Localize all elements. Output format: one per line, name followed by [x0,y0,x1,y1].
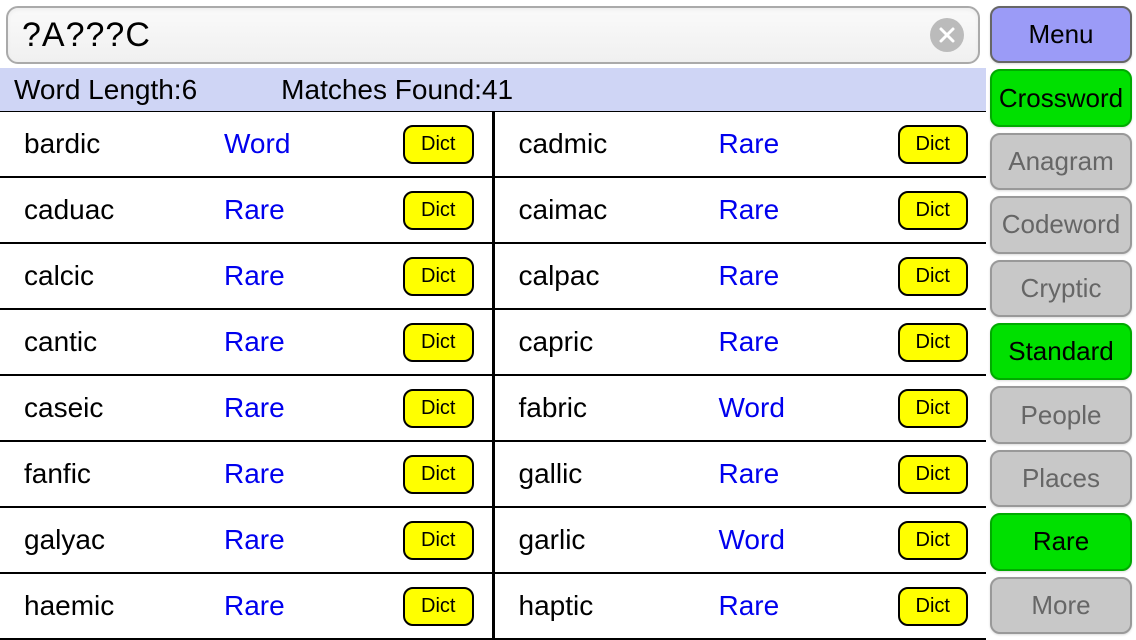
codeword-button[interactable]: Codeword [990,196,1132,253]
table-row: caduacRareDict [0,178,492,244]
word-tag[interactable]: Word [719,524,859,556]
table-row: canticRareDict [0,310,492,376]
word-tag[interactable]: Rare [719,194,859,226]
dict-button[interactable]: Dict [403,323,473,362]
dict-button[interactable]: Dict [898,191,968,230]
table-row: bardicWordDict [0,112,492,178]
dict-button[interactable]: Dict [403,191,473,230]
dict-button[interactable]: Dict [898,323,968,362]
crossword-button[interactable]: Crossword [990,69,1132,126]
word-tag[interactable]: Rare [224,194,364,226]
table-row: capricRareDict [495,310,987,376]
clear-icon[interactable] [930,18,964,52]
menu-button[interactable]: Menu [990,6,1132,63]
dict-button[interactable]: Dict [898,389,968,428]
word-tag[interactable]: Rare [224,260,364,292]
word-tag[interactable]: Rare [719,326,859,358]
search-value: ?A???C [22,16,930,55]
more-button[interactable]: More [990,577,1132,634]
results-grid: bardicWordDict caduacRareDict calcicRare… [0,111,986,640]
dict-button[interactable]: Dict [403,125,473,164]
dict-button[interactable]: Dict [898,455,968,494]
results-column-left: bardicWordDict caduacRareDict calcicRare… [0,112,495,640]
people-button[interactable]: People [990,386,1132,443]
table-row: calcicRareDict [0,244,492,310]
table-row: caimacRareDict [495,178,987,244]
table-row: calpacRareDict [495,244,987,310]
dict-button[interactable]: Dict [898,125,968,164]
word-tag[interactable]: Rare [224,326,364,358]
status-bar: Word Length:6 Matches Found:41 [0,68,986,111]
standard-button[interactable]: Standard [990,323,1132,380]
word-tag[interactable]: Rare [719,590,859,622]
dict-button[interactable]: Dict [403,521,473,560]
word-tag[interactable]: Word [719,392,859,424]
cryptic-button[interactable]: Cryptic [990,260,1132,317]
table-row: galyacRareDict [0,508,492,574]
word-tag[interactable]: Rare [224,590,364,622]
places-button[interactable]: Places [990,450,1132,507]
dict-button[interactable]: Dict [898,257,968,296]
table-row: fabricWordDict [495,376,987,442]
word-tag[interactable]: Rare [719,260,859,292]
dict-button[interactable]: Dict [403,389,473,428]
word-tag[interactable]: Rare [224,524,364,556]
sidebar: Menu Crossword Anagram Codeword Cryptic … [986,0,1136,640]
table-row: garlicWordDict [495,508,987,574]
dict-button[interactable]: Dict [898,587,968,626]
table-row: gallicRareDict [495,442,987,508]
dict-button[interactable]: Dict [403,587,473,626]
dict-button[interactable]: Dict [403,257,473,296]
table-row: hapticRareDict [495,574,987,640]
results-column-right: cadmicRareDict caimacRareDict calpacRare… [495,112,987,640]
table-row: caseicRareDict [0,376,492,442]
table-row: fanficRareDict [0,442,492,508]
table-row: cadmicRareDict [495,112,987,178]
dict-button[interactable]: Dict [403,455,473,494]
table-row: haemicRareDict [0,574,492,640]
anagram-button[interactable]: Anagram [990,133,1132,190]
word-tag[interactable]: Rare [719,128,859,160]
dict-button[interactable]: Dict [898,521,968,560]
word-tag[interactable]: Word [224,128,364,160]
word-length-label: Word Length:6 [14,74,197,106]
word-tag[interactable]: Rare [719,458,859,490]
word-tag[interactable]: Rare [224,392,364,424]
rare-button[interactable]: Rare [990,513,1132,570]
matches-found-label: Matches Found:41 [281,74,513,106]
search-input[interactable]: ?A???C [6,6,980,64]
word-tag[interactable]: Rare [224,458,364,490]
